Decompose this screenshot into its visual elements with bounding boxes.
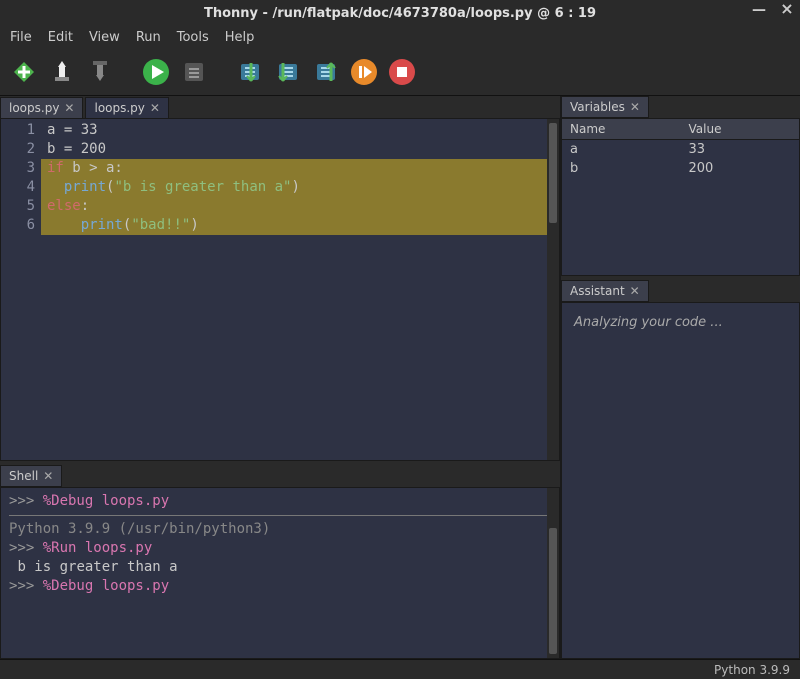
assistant-text: Analyzing your code ... bbox=[574, 315, 723, 330]
main-area: loops.py ✕ loops.py ✕ 123456 a = 33b = 2… bbox=[0, 96, 800, 659]
resume-button[interactable] bbox=[350, 58, 378, 86]
step-out-button[interactable] bbox=[312, 58, 340, 86]
save-file-button[interactable] bbox=[86, 58, 114, 86]
code-editor[interactable]: 123456 a = 33b = 200if b > a: print("b i… bbox=[0, 118, 560, 461]
code-area[interactable]: a = 33b = 200if b > a: print("b is great… bbox=[41, 119, 559, 460]
menubar: File Edit View Run Tools Help bbox=[0, 26, 800, 48]
close-icon[interactable]: ✕ bbox=[630, 100, 640, 114]
window-title: Thonny - /run/flatpak/doc/4673780a/loops… bbox=[204, 6, 596, 21]
menu-help[interactable]: Help bbox=[219, 28, 261, 47]
shell-pane-title: Shell ✕ bbox=[0, 465, 62, 487]
close-icon[interactable]: ✕ bbox=[43, 469, 53, 483]
close-icon[interactable]: ✕ bbox=[630, 284, 640, 298]
shell-title-label: Shell bbox=[9, 469, 38, 483]
step-into-button[interactable] bbox=[274, 58, 302, 86]
step-over-button[interactable] bbox=[236, 58, 264, 86]
open-file-button[interactable] bbox=[48, 58, 76, 86]
editor-scrollbar[interactable] bbox=[547, 119, 559, 460]
close-icon[interactable]: ✕ bbox=[150, 101, 160, 115]
assistant-title-label: Assistant bbox=[570, 284, 625, 298]
editor-tab-1-label: loops.py bbox=[9, 101, 59, 115]
table-row[interactable]: b200 bbox=[562, 159, 799, 178]
statusbar: Python 3.9.9 bbox=[0, 659, 800, 679]
variables-col-name: Name bbox=[562, 119, 681, 139]
new-file-button[interactable] bbox=[10, 58, 38, 86]
menu-run[interactable]: Run bbox=[130, 28, 167, 47]
assistant-body: Analyzing your code ... bbox=[561, 302, 800, 659]
shell-scrollbar[interactable] bbox=[547, 488, 559, 658]
minimize-button[interactable]: — bbox=[750, 2, 768, 18]
debug-button[interactable] bbox=[180, 58, 208, 86]
python-version: Python 3.9.9 bbox=[714, 663, 790, 677]
toolbar bbox=[0, 48, 800, 96]
titlebar: Thonny - /run/flatpak/doc/4673780a/loops… bbox=[0, 0, 800, 26]
variables-pane-title: Variables ✕ bbox=[561, 96, 649, 118]
variables-body: a33b200 bbox=[562, 140, 799, 275]
editor-tabstrip: loops.py ✕ loops.py ✕ bbox=[0, 96, 560, 118]
scrollbar-thumb[interactable] bbox=[549, 528, 557, 654]
shell[interactable]: >>> %Debug loops.pyPython 3.9.9 (/usr/bi… bbox=[0, 487, 560, 659]
menu-edit[interactable]: Edit bbox=[42, 28, 79, 47]
menu-tools[interactable]: Tools bbox=[171, 28, 215, 47]
menu-file[interactable]: File bbox=[4, 28, 38, 47]
editor-tab-2[interactable]: loops.py ✕ bbox=[85, 97, 168, 118]
editor-tab-1[interactable]: loops.py ✕ bbox=[0, 97, 83, 118]
close-button[interactable]: × bbox=[778, 2, 796, 18]
line-gutter: 123456 bbox=[1, 119, 41, 460]
table-row[interactable]: a33 bbox=[562, 140, 799, 159]
variables-table-header: Name Value bbox=[562, 119, 799, 140]
editor-tab-2-label: loops.py bbox=[94, 101, 144, 115]
variables-col-value: Value bbox=[681, 119, 800, 139]
close-icon[interactable]: ✕ bbox=[64, 101, 74, 115]
scrollbar-thumb[interactable] bbox=[549, 123, 557, 223]
variables-title-label: Variables bbox=[570, 100, 625, 114]
assistant-pane-title: Assistant ✕ bbox=[561, 280, 649, 302]
run-button[interactable] bbox=[142, 58, 170, 86]
stop-button[interactable] bbox=[388, 58, 416, 86]
menu-view[interactable]: View bbox=[83, 28, 126, 47]
variables-pane: Name Value a33b200 bbox=[561, 118, 800, 276]
